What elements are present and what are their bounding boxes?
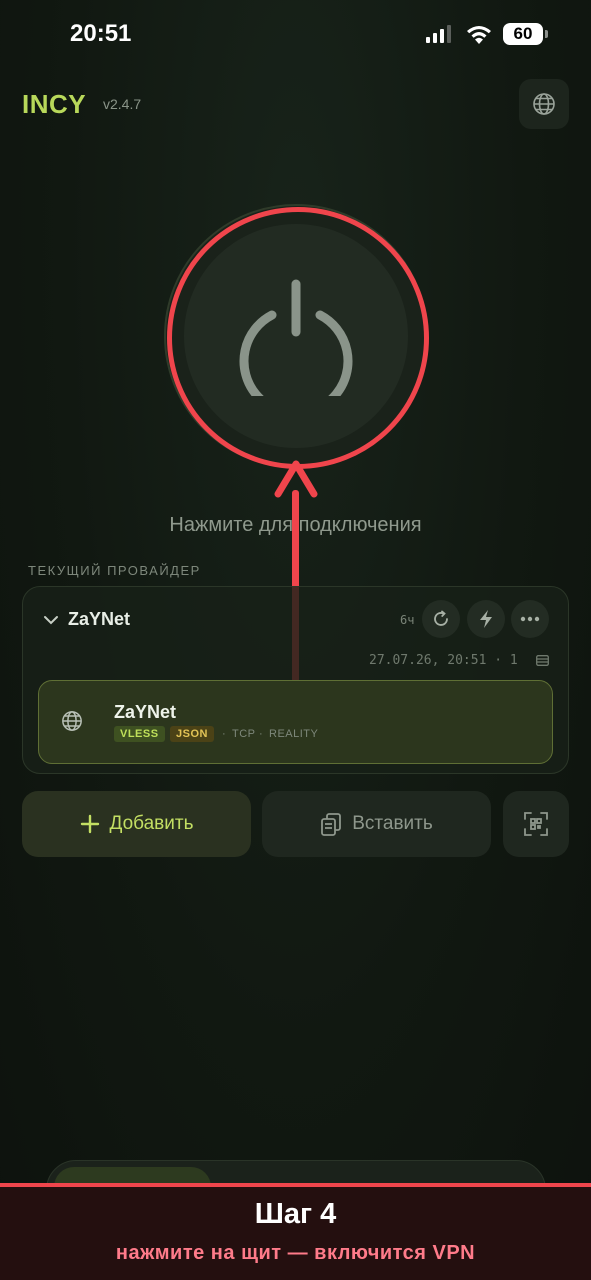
speed-test-button[interactable] [467,600,505,638]
clipboard-icon [321,813,342,836]
globe-icon [533,93,555,115]
status-bar: 20:51 60 [0,0,591,70]
scan-qr-button[interactable] [503,791,569,857]
paste-button[interactable]: Вставить [262,791,491,857]
meta-separator: · [222,728,227,740]
add-button[interactable]: Добавить [22,791,251,857]
language-button[interactable] [519,79,569,129]
paste-button-label: Вставить [352,813,433,834]
updated-at: 27.07.26, 20:51 · 1 [369,653,518,668]
provider-name[interactable]: ZaYNet [68,609,130,630]
highlight-ring-annotation [167,207,429,469]
meta-separator: · [259,728,264,740]
more-button[interactable] [511,600,549,638]
provider-section-label: ТЕКУЩИЙ ПРОВАЙДЕР [28,563,201,578]
banner-subtitle: нажмите на щит — включится VPN [115,1242,476,1264]
arrow-up-icon [274,460,318,498]
format-badge: JSON [170,726,214,742]
update-interval: 6ч [400,613,415,627]
server-name: ZaYNet [114,702,177,722]
battery-tip [545,30,548,38]
wifi-icon [467,26,491,44]
refresh-button[interactable] [422,600,460,638]
add-button-label: Добавить [109,813,194,834]
transport-label: TCP [232,728,256,740]
plus-icon [80,814,99,834]
app-logo: INCY [22,89,87,119]
cellular-signal-icon [426,25,451,43]
banner-title: Шаг 4 [254,1198,337,1230]
battery-level: 60 [503,23,543,45]
protocol-badge: VLESS [114,726,165,742]
app-version: v2.4.7 [103,96,142,112]
server-list-icon [536,655,549,666]
chevron-down-icon[interactable] [42,611,60,629]
more-icon [520,616,540,622]
lightning-icon [480,610,492,628]
status-time: 20:51 [70,20,132,47]
globe-icon [62,711,82,731]
security-label: REALITY [269,728,319,740]
refresh-icon [434,610,448,626]
qr-scan-icon [524,812,548,836]
